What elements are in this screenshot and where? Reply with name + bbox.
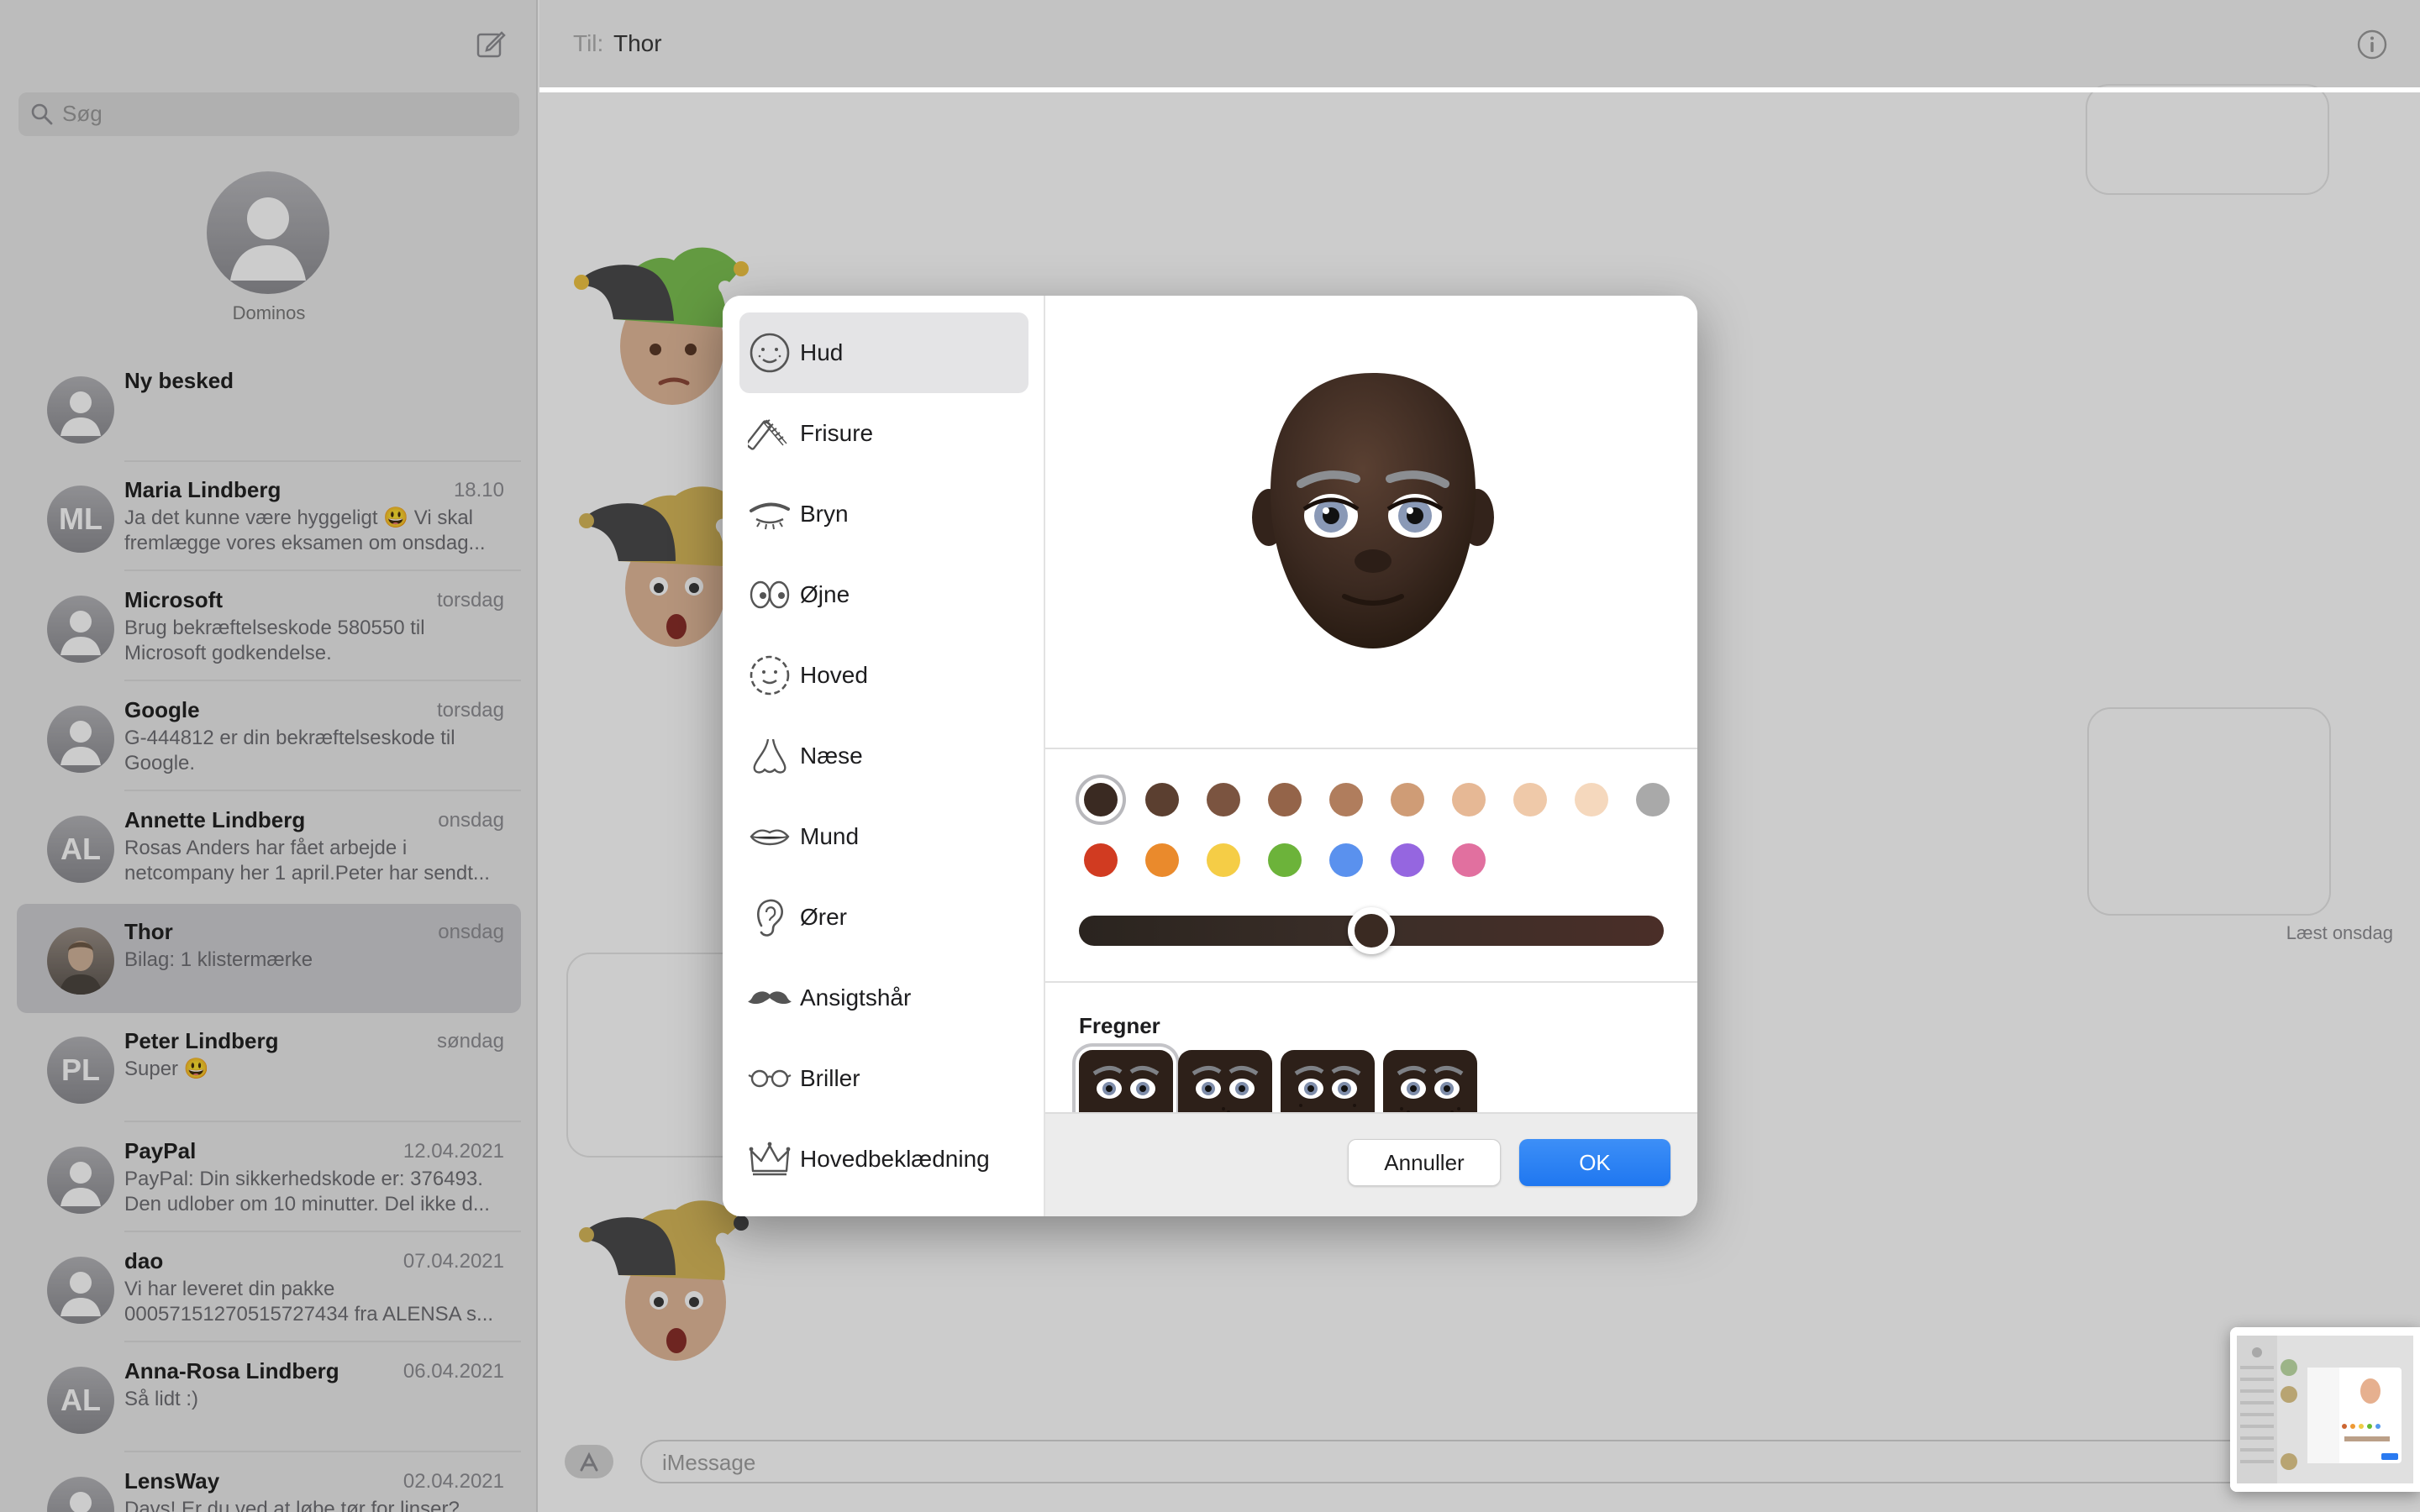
category-orer[interactable]: Ører [739, 877, 1028, 958]
category-bryn[interactable]: Bryn [739, 474, 1028, 554]
comb-icon [748, 419, 787, 450]
category-label: Frisure [800, 420, 874, 446]
skin-swatch[interactable] [1084, 783, 1118, 816]
memoji-editor-sheet: Hud Frisure Bryn Øjne Hoved Næse Mund Ør… [723, 296, 1697, 1216]
accent-swatch[interactable] [1452, 843, 1486, 877]
category-ojne[interactable]: Øjne [739, 554, 1028, 635]
ok-button[interactable]: OK [1519, 1139, 1670, 1186]
category-briller[interactable]: Briller [739, 1038, 1028, 1119]
head-outline-icon [750, 655, 790, 696]
ear-icon [757, 899, 783, 937]
category-mund[interactable]: Mund [739, 796, 1028, 877]
skin-swatch[interactable] [1207, 783, 1240, 816]
mustache-icon [748, 991, 792, 1004]
skin-swatch[interactable] [1513, 783, 1547, 816]
sheet-footer: Annuller OK [1045, 1112, 1697, 1216]
category-hoved[interactable]: Hoved [739, 635, 1028, 716]
glasses-icon [748, 1069, 792, 1088]
category-label: Ører [800, 904, 847, 930]
eyes-icon [750, 580, 790, 609]
category-ansigtshar[interactable]: Ansigtshår [739, 958, 1028, 1038]
lips-icon [750, 829, 790, 846]
category-hovedbeklaedning[interactable]: Hovedbeklædning [739, 1119, 1028, 1200]
category-label: Næse [800, 743, 863, 769]
category-label: Hoved [800, 662, 868, 688]
accent-swatch[interactable] [1207, 843, 1240, 877]
memoji-face-image [1252, 373, 1494, 648]
category-label: Bryn [800, 501, 849, 527]
skin-swatch[interactable] [1268, 783, 1302, 816]
category-naese[interactable]: Næse [739, 716, 1028, 796]
memoji-preview [1045, 296, 1697, 749]
slider-thumb[interactable] [1348, 907, 1395, 954]
send-progress-bar [539, 87, 2420, 92]
freckle-option[interactable] [1079, 1050, 1173, 1112]
category-label: Hovedbeklædning [800, 1146, 990, 1172]
category-label: Mund [800, 823, 860, 849]
screenshot-preview-image [2230, 1327, 2420, 1492]
accent-swatch[interactable] [1329, 843, 1363, 877]
skin-tone-slider[interactable] [1079, 907, 1664, 954]
freckles-title: Fregner [1079, 1013, 1160, 1038]
category-hud[interactable]: Hud [739, 312, 1028, 393]
accent-swatch[interactable] [1268, 843, 1302, 877]
nose-icon [753, 738, 786, 774]
skin-swatch[interactable] [1329, 783, 1363, 816]
category-list: Hud Frisure Bryn Øjne Hoved Næse Mund Ør… [723, 296, 1045, 1216]
freckle-option[interactable] [1178, 1050, 1272, 1112]
category-label: Hud [800, 339, 844, 365]
cancel-button[interactable]: Annuller [1348, 1139, 1501, 1186]
accent-swatch[interactable] [1145, 843, 1179, 877]
category-label: Ansigtshår [800, 984, 912, 1011]
skin-color-picker [1045, 751, 1697, 983]
skin-swatch[interactable] [1145, 783, 1179, 816]
skin-swatch[interactable] [1575, 783, 1608, 816]
category-label: Briller [800, 1065, 860, 1091]
skin-swatch[interactable] [1452, 783, 1486, 816]
accent-swatch[interactable] [1391, 843, 1424, 877]
freckle-option[interactable] [1383, 1050, 1477, 1112]
accent-swatch[interactable] [1084, 843, 1118, 877]
face-freckles-icon [750, 333, 790, 373]
skin-swatch[interactable] [1391, 783, 1424, 816]
eyebrow-icon [750, 502, 790, 530]
screenshot-thumbnail[interactable] [2230, 1327, 2420, 1492]
category-label: Øjne [800, 581, 850, 607]
freckle-option[interactable] [1281, 1050, 1375, 1112]
skin-swatch[interactable] [1636, 783, 1670, 816]
freckles-section: Fregner [1045, 984, 1697, 1112]
crown-icon [749, 1142, 791, 1176]
category-frisure[interactable]: Frisure [739, 393, 1028, 474]
